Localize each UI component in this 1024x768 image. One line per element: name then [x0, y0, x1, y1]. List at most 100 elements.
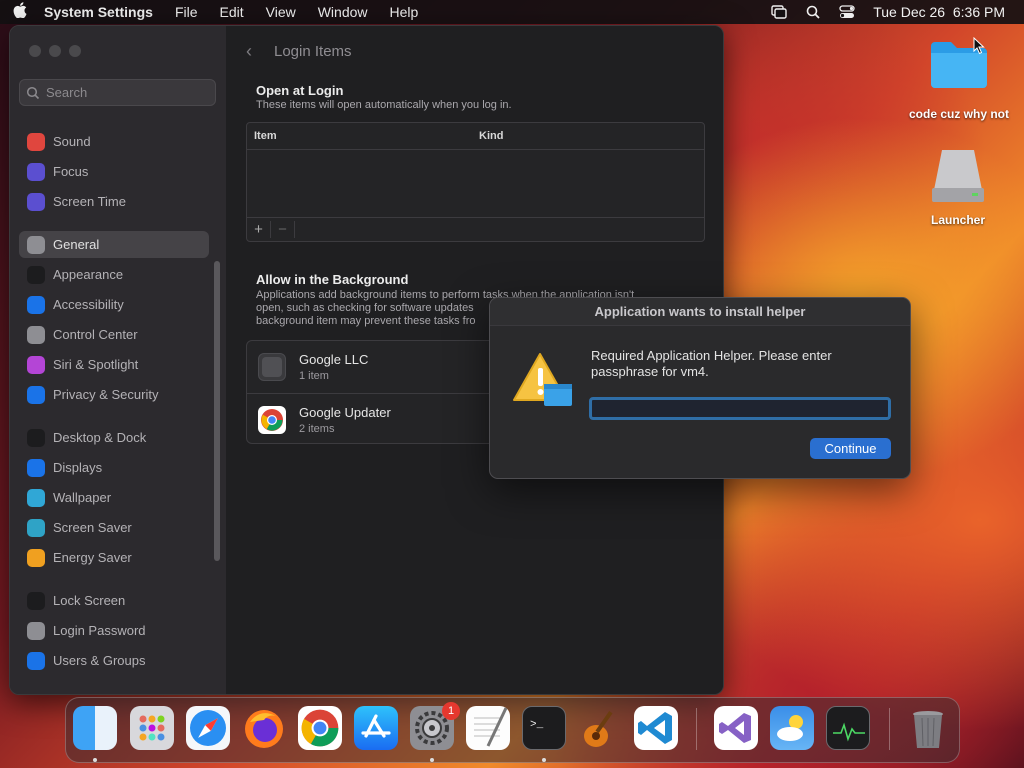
dialog-message: Required Application Helper. Please ente…	[591, 348, 832, 379]
screen-mirroring-icon[interactable]	[771, 5, 787, 19]
sidebar-item-label: Login Password	[53, 623, 146, 638]
sidebar-item-label: Focus	[53, 164, 89, 179]
sidebar-item-sound[interactable]: Sound	[19, 128, 209, 155]
dock-garageband-icon[interactable]	[578, 706, 622, 750]
menu-app-name[interactable]: System Settings	[40, 4, 164, 20]
sidebar-item-login-password[interactable]: Login Password	[19, 617, 209, 644]
login-items-table: Item Kind + −	[246, 122, 705, 242]
remove-login-item-button[interactable]: −	[271, 221, 295, 238]
sidebar-item-label: Desktop & Dock	[53, 430, 147, 445]
close-window-button[interactable]	[29, 45, 41, 57]
sidebar-item-focus[interactable]: Focus	[19, 158, 209, 185]
menu-help[interactable]: Help	[379, 4, 430, 20]
dock-safari-icon[interactable]	[186, 706, 230, 750]
sidebar-item-wallpaper[interactable]: Wallpaper	[19, 484, 209, 511]
menu-bar: System Settings File Edit View Window He…	[0, 0, 1024, 24]
minimize-window-button[interactable]	[49, 45, 61, 57]
sidebar-item-label: Users & Groups	[53, 653, 146, 668]
warning-icon	[512, 350, 574, 408]
sidebar-item-energy-saver[interactable]: Energy Saver	[19, 544, 209, 571]
mouse-pointer-icon	[973, 36, 985, 60]
column-kind[interactable]: Kind	[479, 130, 503, 142]
sidebar-item-privacy-security[interactable]: Privacy & Security	[19, 381, 209, 408]
window-controls	[29, 45, 81, 57]
open-at-login-title: Open at Login	[256, 83, 344, 98]
dock-vscode-icon[interactable]	[634, 706, 678, 750]
continue-button[interactable]: Continue	[810, 438, 891, 459]
desktop-folder[interactable]: code cuz why not	[900, 38, 1018, 121]
sidebar-item-screen-saver[interactable]: Screen Saver	[19, 514, 209, 541]
dock-visual-studio-icon[interactable]	[714, 706, 758, 750]
background-item-count: 1 item	[299, 370, 329, 382]
sidebar-item-general[interactable]: General	[19, 231, 209, 258]
dock-firefox-icon[interactable]	[242, 706, 286, 750]
menu-file[interactable]: File	[164, 4, 209, 20]
dock-activity-monitor-icon[interactable]	[826, 706, 870, 750]
dock-chrome-icon[interactable]	[298, 706, 342, 750]
menu-window[interactable]: Window	[307, 4, 379, 20]
dock-trash-icon[interactable]	[906, 706, 950, 750]
sidebar-item-desktop-dock[interactable]: Desktop & Dock	[19, 424, 209, 451]
dock-textedit-icon[interactable]	[466, 706, 510, 750]
sidebar-item-appearance[interactable]: Appearance	[19, 261, 209, 288]
dock-icon	[27, 428, 45, 447]
settings-sidebar: Search Sound Focus Screen Time General Appea…	[10, 26, 226, 694]
dock-terminal-icon[interactable]: >_	[522, 706, 566, 750]
apple-menu-icon[interactable]	[0, 2, 40, 22]
dock-launchpad-icon[interactable]	[130, 706, 174, 750]
add-login-item-button[interactable]: +	[247, 221, 271, 238]
sidebar-item-label: Siri & Spotlight	[53, 357, 139, 372]
background-item-name: Google LLC	[299, 352, 369, 367]
table-header: Item Kind	[247, 123, 704, 150]
sidebar-item-accessibility[interactable]: Accessibility	[19, 291, 209, 318]
sidebar-scrollbar[interactable]	[214, 261, 220, 561]
sidebar-item-screen-time[interactable]: Screen Time	[19, 188, 209, 215]
sidebar-item-label: Energy Saver	[53, 550, 132, 565]
background-title: Allow in the Background	[256, 272, 409, 287]
displays-icon	[27, 458, 45, 477]
menubar-clock[interactable]: Tue Dec 26 6:36 PM	[873, 4, 1005, 20]
sidebar-item-control-center[interactable]: Control Center	[19, 321, 209, 348]
hand-icon	[27, 385, 45, 404]
desktop-drive[interactable]: Launcher	[912, 146, 1004, 227]
sidebar-search-field[interactable]: Search	[19, 79, 216, 106]
sidebar-item-label: Privacy & Security	[53, 387, 159, 402]
sidebar-item-label: Control Center	[53, 327, 138, 342]
dock-separator	[889, 708, 890, 750]
passphrase-input[interactable]	[589, 397, 891, 420]
install-helper-dialog: Application wants to install helper Requ…	[489, 297, 911, 479]
sidebar-item-displays[interactable]: Displays	[19, 454, 209, 481]
menu-view[interactable]: View	[255, 4, 307, 20]
accessibility-icon	[27, 295, 45, 314]
running-indicator	[93, 758, 97, 762]
sidebar-item-lock-screen[interactable]: Lock Screen	[19, 587, 209, 614]
control-center-icon[interactable]	[839, 5, 855, 19]
zoom-window-button[interactable]	[69, 45, 81, 57]
open-at-login-subtitle: These items will open automatically when…	[256, 99, 512, 111]
column-item[interactable]: Item	[247, 130, 479, 142]
sidebar-item-label: Screen Saver	[53, 520, 132, 535]
gear-icon	[27, 235, 45, 254]
key-icon	[27, 621, 45, 640]
sidebar-item-label: General	[53, 237, 100, 252]
dock-finder-icon[interactable]	[73, 706, 117, 750]
sidebar-item-label: Displays	[53, 460, 103, 475]
back-chevron-icon[interactable]: ‹	[246, 41, 252, 62]
notification-badge: 1	[442, 702, 460, 720]
dock: 1 >_	[65, 697, 960, 763]
sidebar-item-label: Accessibility	[53, 297, 124, 312]
sound-icon	[27, 132, 45, 151]
sidebar-item-users-groups[interactable]: Users & Groups	[19, 647, 209, 674]
sidebar-item-siri-spotlight[interactable]: Siri & Spotlight	[19, 351, 209, 378]
desktop-drive-label: Launcher	[930, 213, 985, 227]
menu-edit[interactable]: Edit	[209, 4, 255, 20]
dock-app-store-icon[interactable]	[354, 706, 398, 750]
spotlight-search-icon[interactable]	[805, 5, 821, 19]
focus-moon-icon	[27, 162, 45, 181]
sidebar-item-label: Lock Screen	[53, 593, 126, 608]
chrome-icon	[258, 405, 286, 434]
lock-icon	[27, 591, 45, 610]
search-placeholder: Search	[46, 85, 88, 100]
dock-weather-icon[interactable]	[770, 706, 814, 750]
dock-separator	[696, 708, 697, 750]
